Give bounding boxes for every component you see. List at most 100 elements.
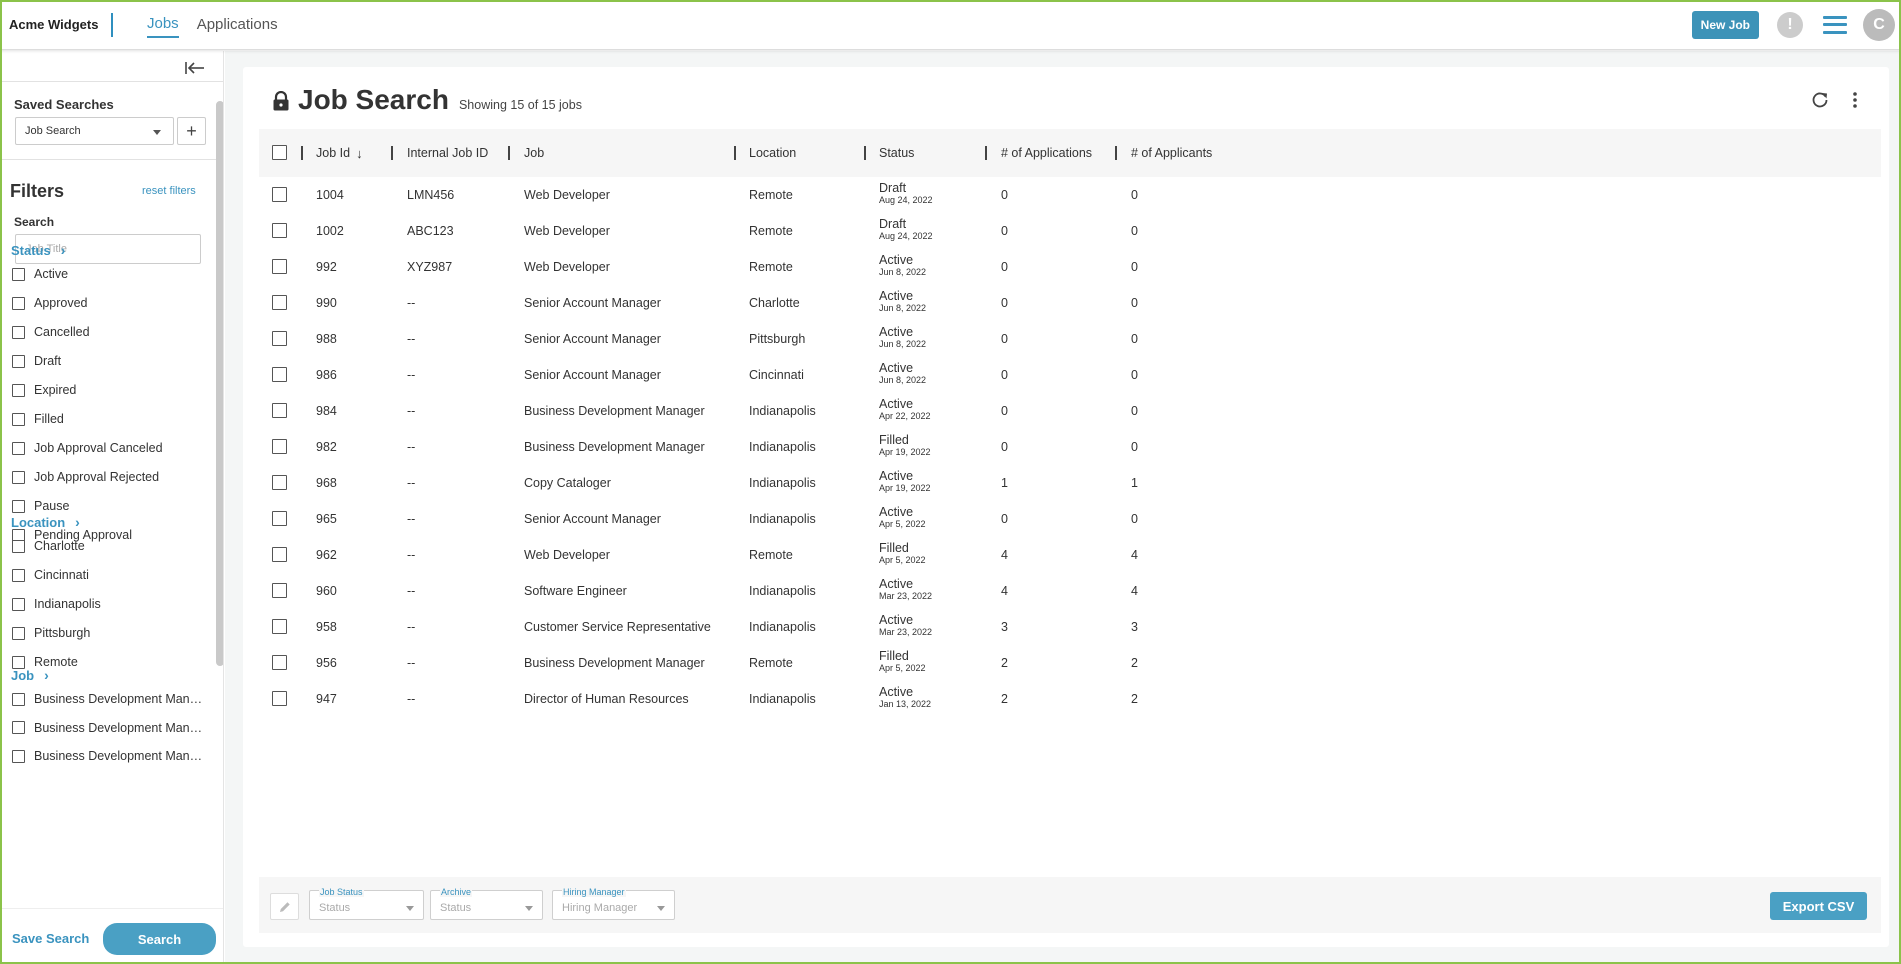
refresh-icon[interactable] [1811,91,1829,109]
table-row[interactable]: 968 -- Copy Cataloger Indianapolis 1 1 Active A… [259,465,1881,501]
row-checkbox[interactable] [272,259,287,274]
new-job-button[interactable]: New Job [1691,10,1759,39]
filter-checkbox[interactable] [12,354,25,368]
collapse-sidebar-icon[interactable] [184,59,206,77]
row-checkbox[interactable] [272,439,287,454]
table-row[interactable]: 947 -- Director of Human Resources Indianap… [259,681,1881,717]
filter-checkbox[interactable] [12,296,25,310]
filter-option[interactable]: Job Approval Canceled [12,441,204,455]
status-filter-heading[interactable]: Status › [11,242,65,258]
column-header-applicants[interactable]: # of Applicants [1131,129,1212,177]
save-search-link[interactable]: Save Search [12,931,89,946]
filter-checkbox[interactable] [12,383,25,397]
table-row[interactable]: 958 -- Customer Service Representative Indi… [259,609,1881,645]
filter-option[interactable]: Indianapolis [12,597,204,611]
results-count: Showing 15 of 15 jobs [458,98,582,112]
tab-jobs[interactable]: Jobs [147,11,179,38]
filter-checkbox[interactable] [12,539,25,553]
job-id-cell: 965 [316,512,337,526]
filter-option[interactable]: Charlotte [12,539,204,553]
column-header-job[interactable]: Job [524,129,544,177]
reset-filters-link[interactable]: reset filters [142,185,196,197]
row-checkbox[interactable] [272,403,287,418]
table-row[interactable]: 982 -- Business Development Manager Indiana… [259,429,1881,465]
row-checkbox[interactable] [272,547,287,562]
row-checkbox[interactable] [272,367,287,382]
saved-search-select[interactable]: Job Search [15,117,174,145]
table-row[interactable]: 960 -- Software Engineer Indianapolis 4 4 Acti… [259,573,1881,609]
filter-checkbox[interactable] [12,626,25,640]
filter-checkbox[interactable] [12,692,25,706]
alert-icon[interactable]: ! [1777,11,1803,38]
filter-checkbox[interactable] [12,441,25,455]
edit-button[interactable] [270,893,299,920]
search-button[interactable]: Search [103,923,216,955]
row-checkbox[interactable] [272,511,287,526]
filter-checkbox[interactable] [12,749,25,763]
more-options-icon[interactable] [1850,91,1860,109]
filter-option[interactable]: Cincinnati [12,568,204,582]
filter-checkbox[interactable] [12,568,25,582]
row-checkbox[interactable] [272,655,287,670]
filter-checkbox[interactable] [12,267,25,281]
filter-option[interactable]: Expired [12,383,204,397]
filter-checkbox[interactable] [12,412,25,426]
row-checkbox[interactable] [272,619,287,634]
table-row[interactable]: 965 -- Senior Account Manager Indianapolis 0… [259,501,1881,537]
table-row[interactable]: 992 XYZ987 Web Developer Remote 0 0 Active Jun … [259,249,1881,285]
export-csv-button[interactable]: Export CSV [1770,892,1867,920]
hamburger-menu-icon[interactable] [1823,15,1847,34]
job-title-cell: Senior Account Manager [524,332,661,346]
filter-option[interactable]: Business Development Manager [12,692,204,706]
hiring-manager-select[interactable]: Hiring Manager Hiring Manager [552,888,675,920]
add-saved-search-button[interactable]: + [177,117,206,145]
avatar[interactable]: C [1863,8,1895,41]
job-title-cell: Director of Human Resources [524,692,689,706]
column-header-applications[interactable]: # of Applications [1001,129,1092,177]
table-row[interactable]: 984 -- Business Development Manager Indiana… [259,393,1881,429]
column-header-internal-job-id[interactable]: Internal Job ID [407,129,488,177]
row-checkbox[interactable] [272,691,287,706]
table-row[interactable]: 988 -- Senior Account Manager Pittsburgh 0 0 A… [259,321,1881,357]
archive-select[interactable]: Archive Status [430,888,543,920]
filter-option[interactable]: Pause [12,499,204,513]
table-row[interactable]: 1004 LMN456 Web Developer Remote 0 0 Draft Aug … [259,177,1881,213]
column-header-job-id[interactable]: Job Id ↓ [316,129,363,177]
filter-checkbox[interactable] [12,499,25,513]
filter-option[interactable]: Filled [12,412,204,426]
job-title-cell: Senior Account Manager [524,296,661,310]
table-row[interactable]: 956 -- Business Development Manager Remote 2… [259,645,1881,681]
select-all-checkbox[interactable] [272,145,287,160]
row-checkbox[interactable] [272,331,287,346]
sidebar-scrollbar[interactable] [216,101,223,666]
filter-checkbox[interactable] [12,325,25,339]
filter-option[interactable]: Business Development Manager [12,749,204,763]
row-checkbox[interactable] [272,475,287,490]
filter-option[interactable]: Business Development Manager [12,721,204,735]
filter-option[interactable]: Active [12,267,204,281]
location-filter-heading[interactable]: Location › [11,514,80,530]
column-header-status[interactable]: Status [879,129,914,177]
sort-descending-icon[interactable]: ↓ [356,146,363,161]
status-date: Aug 24, 2022 [879,231,933,241]
filter-checkbox[interactable] [12,470,25,484]
job-status-select[interactable]: Job Status Status [309,888,424,920]
filter-option[interactable]: Pittsburgh [12,626,204,640]
filter-option[interactable]: Approved [12,296,204,310]
table-row[interactable]: 990 -- Senior Account Manager Charlotte 0 0 Ac… [259,285,1881,321]
filter-option[interactable]: Job Approval Rejected [12,470,204,484]
job-filter-heading[interactable]: Job › [11,667,49,683]
filter-checkbox[interactable] [12,721,25,734]
row-checkbox[interactable] [272,223,287,238]
column-header-location[interactable]: Location [749,129,796,177]
table-row[interactable]: 962 -- Web Developer Remote 4 4 Filled Apr 5, 2… [259,537,1881,573]
table-row[interactable]: 1002 ABC123 Web Developer Remote 0 0 Draft Aug … [259,213,1881,249]
filter-option[interactable]: Cancelled [12,325,204,339]
tab-applications[interactable]: Applications [197,12,278,37]
row-checkbox[interactable] [272,187,287,202]
row-checkbox[interactable] [272,583,287,598]
filter-option[interactable]: Draft [12,354,204,368]
row-checkbox[interactable] [272,295,287,310]
filter-checkbox[interactable] [12,597,25,611]
table-row[interactable]: 986 -- Senior Account Manager Cincinnati 0 0 A… [259,357,1881,393]
